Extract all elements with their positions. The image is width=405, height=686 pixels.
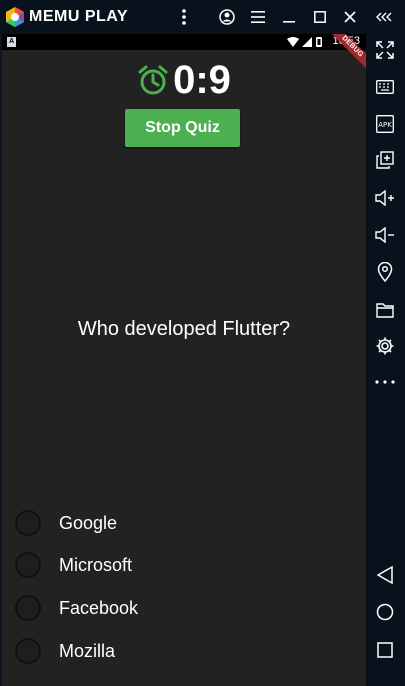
answer-label: Mozilla [59,640,116,661]
notification-badge: A [7,37,16,47]
volume-down-icon[interactable] [373,223,397,247]
more-vert-icon[interactable] [173,6,195,28]
collapse-sidebar-icon[interactable] [374,6,396,28]
radio-button[interactable] [15,595,41,621]
answer-label: Facebook [59,597,139,618]
status-icons [287,37,322,47]
answer-option[interactable]: Google [2,503,366,543]
answer-label: Google [59,512,118,533]
minimize-icon[interactable] [278,6,300,28]
radio-button[interactable] [15,638,41,664]
timer-display: 0:9 [173,58,231,102]
close-icon[interactable] [339,6,361,28]
memu-logo-icon [6,7,24,27]
apk-icon[interactable]: APK [373,112,397,136]
stop-quiz-button[interactable]: Stop Quiz [125,109,240,147]
multi-window-icon[interactable] [373,148,397,172]
settings-icon[interactable] [373,334,397,358]
answer-label: Microsoft [59,554,133,575]
fullscreen-icon[interactable] [373,38,397,62]
emulator-sidebar: APK [366,34,405,686]
svg-text:APK: APK [378,121,392,129]
recents-icon[interactable] [373,638,397,662]
folder-icon[interactable] [373,298,397,322]
radio-button[interactable] [15,552,41,578]
menu-icon[interactable] [247,6,269,28]
keyboard-icon[interactable] [373,75,397,99]
emulator-titlebar: MEMU PLAY [0,0,405,34]
home-icon[interactable] [373,600,397,624]
answer-option[interactable]: Mozilla [2,631,366,671]
radio-button[interactable] [15,510,41,536]
question-text: Who developed Flutter? [77,318,291,340]
account-icon[interactable] [216,6,238,28]
location-icon[interactable] [373,260,397,284]
back-icon[interactable] [373,563,397,587]
answer-option[interactable]: Microsoft [2,545,366,585]
maximize-icon[interactable] [309,6,331,28]
volume-up-icon[interactable] [373,186,397,210]
more-horiz-icon[interactable] [373,370,397,394]
emulator-brand: MEMU PLAY [29,8,129,25]
android-screen: A 10:53 DEBUG 0:9 Stop Quiz Who develope… [2,34,366,686]
timer-row: 0:9 [2,58,366,102]
answer-option[interactable]: Facebook [2,588,366,628]
alarm-clock-icon [138,65,168,95]
status-bar: A 10:53 [2,34,366,50]
